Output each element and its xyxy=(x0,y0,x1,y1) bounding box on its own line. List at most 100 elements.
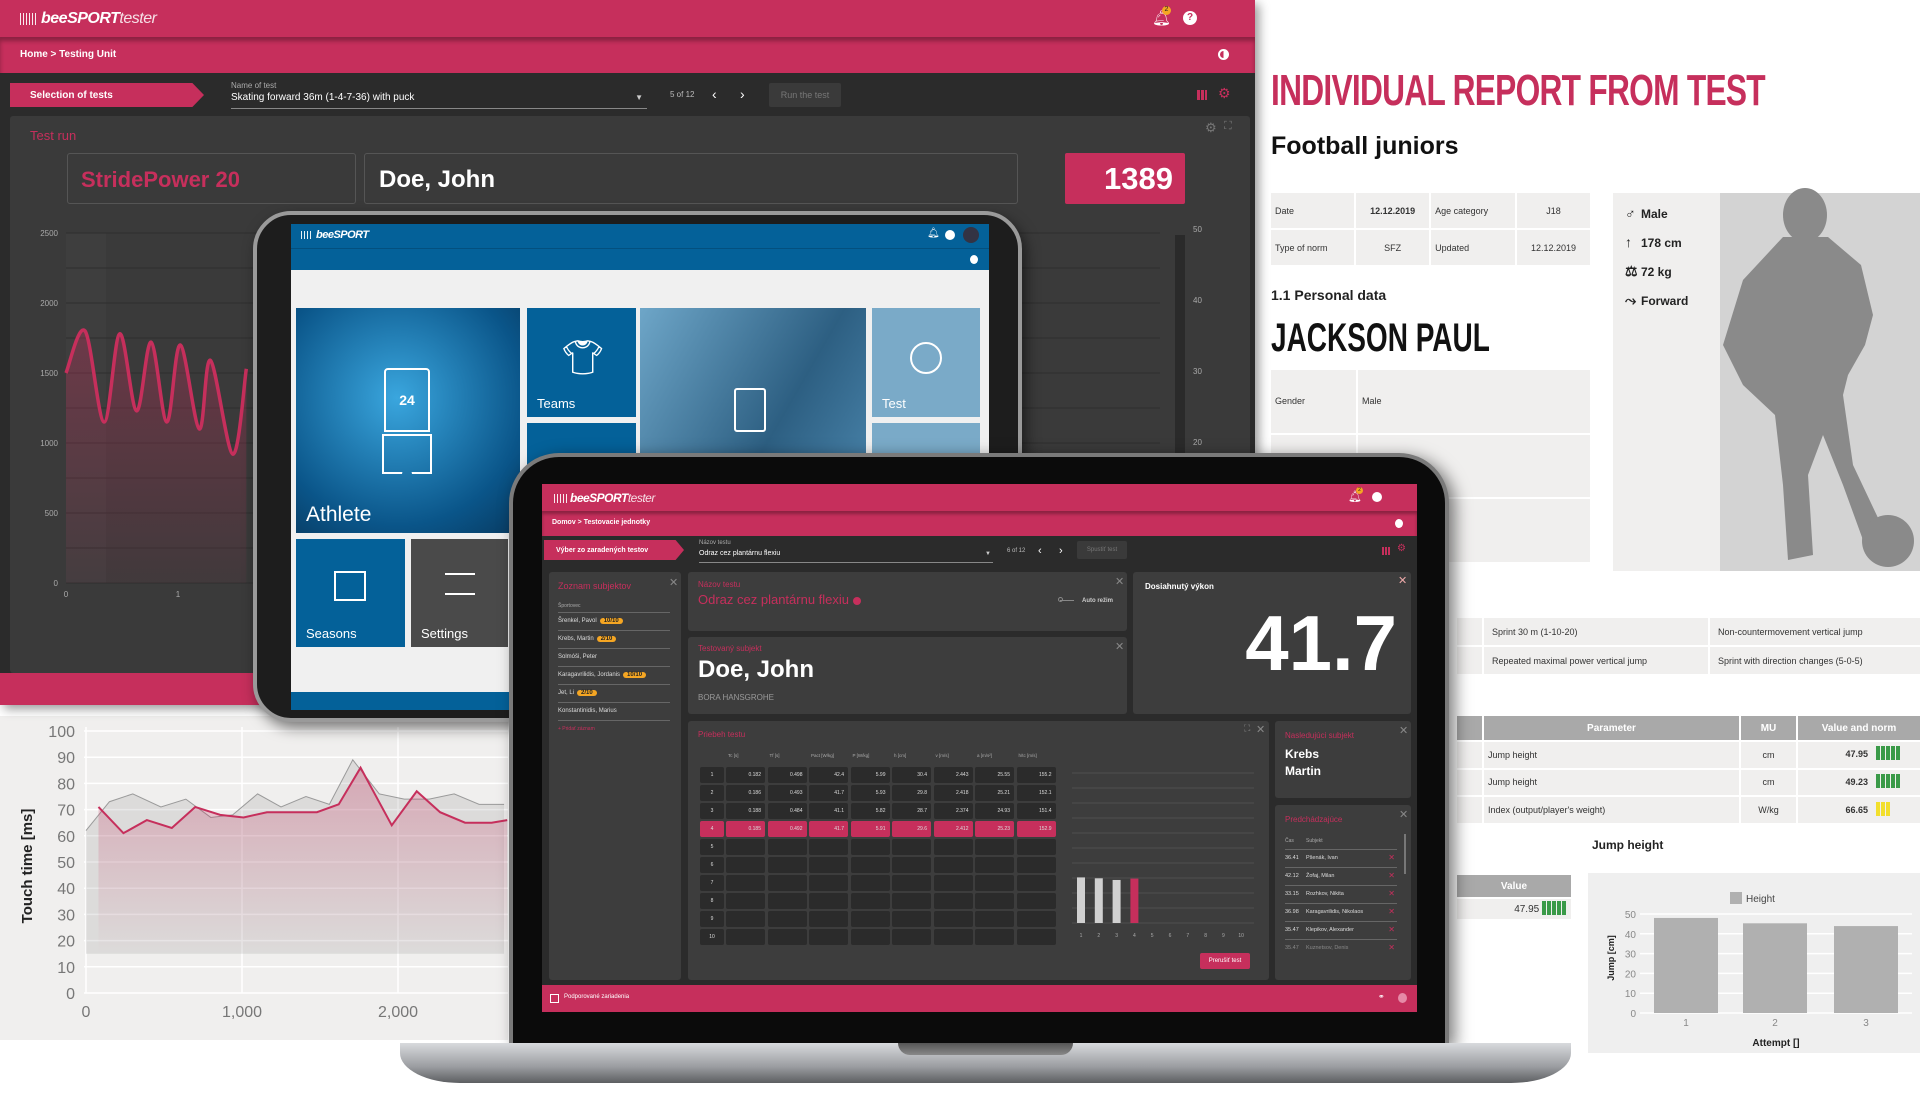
laptop-selection-button[interactable]: Výber zo zaradených testov xyxy=(544,540,684,560)
auto-mode-toggle[interactable]: Auto režim xyxy=(1058,596,1113,604)
tablet-contrast-icon[interactable] xyxy=(970,255,978,264)
subject-list-item[interactable]: Šrenkel, Pavol 10/10 xyxy=(558,612,670,630)
tile-settings[interactable]: Settings xyxy=(411,539,508,647)
remove-icon[interactable]: ✕ xyxy=(1388,904,1395,920)
subject-progress-badge: 10/10 xyxy=(623,672,647,678)
remove-icon[interactable]: ✕ xyxy=(1388,922,1395,938)
previous-scrollbar[interactable] xyxy=(1404,834,1406,874)
report-info-table: Date 12.12.2019 Age category J18 Type of nor… xyxy=(1269,191,1592,267)
y-tick-label: 0 xyxy=(66,986,75,1003)
close-icon[interactable]: ✕ xyxy=(1115,640,1124,653)
panel-settings-icon[interactable]: ⚙ xyxy=(1205,120,1217,136)
subject-list-item[interactable]: Karagavrilidis, Jordanis 10/10 xyxy=(558,666,670,684)
laptop-next-button[interactable]: › xyxy=(1059,545,1063,557)
link-icon[interactable]: ⚭ xyxy=(1378,992,1385,1001)
close-icon[interactable]: ✕ xyxy=(1399,808,1408,821)
profile-text: Male xyxy=(1641,207,1668,221)
laptop-grid-icon[interactable] xyxy=(1382,547,1390,555)
remove-icon[interactable]: ✕ xyxy=(1388,940,1395,956)
grid-icon[interactable] xyxy=(1197,90,1207,100)
progress-row-number: 2 xyxy=(700,785,724,801)
close-icon[interactable]: ✕ xyxy=(1399,724,1408,737)
progress-cell xyxy=(809,929,848,945)
laptop-test-select[interactable]: Odraz cez plantárnu flexiu ▼ xyxy=(699,550,993,563)
test-cell: Repeated maximal power vertical jump xyxy=(1484,647,1709,674)
close-icon[interactable]: ✕ xyxy=(1398,574,1407,587)
y-tick-label: 10 xyxy=(57,960,75,977)
next-test-button[interactable]: › xyxy=(740,86,745,102)
subject-list-item[interactable]: Solmóši, Peter xyxy=(558,648,670,666)
score-box: 1389 xyxy=(1065,153,1185,204)
laptop-breadcrumb[interactable]: Domov > Testovacie jednotky xyxy=(552,519,650,526)
value-cell: 47.95 xyxy=(1457,899,1571,919)
laptop-gear-icon[interactable]: ⚙ xyxy=(1397,543,1406,554)
help-icon[interactable]: ? xyxy=(1183,11,1197,25)
run-test-button[interactable]: Run the test xyxy=(769,83,841,107)
test-name-select[interactable]: Skating forward 36m (1-4-7-36) with puck… xyxy=(231,92,647,109)
tile-label: Settings xyxy=(421,626,468,641)
progress-cell: 0.492 xyxy=(767,821,807,837)
laptop-contrast-icon[interactable] xyxy=(1395,519,1403,528)
laptop-previous-button[interactable]: ‹ xyxy=(1038,545,1042,557)
account-icon[interactable] xyxy=(1398,993,1407,1003)
clipboard-icon xyxy=(734,388,766,432)
close-icon[interactable]: ✕ xyxy=(1115,575,1124,588)
expand-icon[interactable]: ⛶ xyxy=(1224,120,1232,133)
norm-indicator xyxy=(1542,900,1567,918)
progress-cell xyxy=(850,875,890,891)
y-tick-label: 100 xyxy=(48,724,75,741)
side-axis-tick: 20 xyxy=(1193,438,1202,447)
norm-bar xyxy=(1881,801,1885,816)
x-tick-label: 4 xyxy=(1133,933,1136,939)
selection-of-tests-button[interactable]: Selection of tests xyxy=(10,83,204,107)
gear-icon[interactable]: ⚙ xyxy=(1218,85,1231,102)
remove-icon[interactable]: ✕ xyxy=(1388,868,1395,884)
subject-list-item[interactable]: Krebs, Martin 2/10 xyxy=(558,630,670,648)
previous-name: Karagavrilidis, Nikolaos xyxy=(1306,909,1364,915)
laptop-run-button[interactable]: Spustiť test xyxy=(1077,541,1127,559)
test-progress-panel: Priebeh testu ⛶ ✕ 1 2 3 4 5 6 7 8 9 10 Prerušiť t… xyxy=(688,721,1269,980)
close-icon[interactable]: ✕ xyxy=(669,576,678,589)
tile-seasons[interactable]: Seasons xyxy=(296,539,405,647)
progress-cell xyxy=(975,929,1014,945)
norm-bar xyxy=(1886,773,1890,788)
params-row: Jump height cm 47.95 xyxy=(1457,742,1920,768)
subject-list-item[interactable]: Jet, Li 2/10 xyxy=(558,684,670,702)
supported-devices-link[interactable]: Podporované zariadenia xyxy=(564,994,629,1000)
tile-teams[interactable]: 👕︎ Teams xyxy=(527,308,636,417)
close-icon[interactable]: ✕ xyxy=(1256,723,1265,736)
tile-test[interactable]: Test xyxy=(872,308,980,417)
add-record-link[interactable]: + Pridať záznam xyxy=(558,720,670,732)
progress-cell xyxy=(933,929,973,945)
tablet-avatar[interactable] xyxy=(963,227,979,243)
breadcrumb[interactable]: Home > Testing Unit xyxy=(20,49,116,60)
value-text: 47.95 xyxy=(1514,903,1540,915)
contrast-icon[interactable] xyxy=(1218,49,1229,60)
y-tick-label: 40 xyxy=(1625,930,1637,941)
tile-athlete[interactable]: 24 Athlete xyxy=(296,308,520,533)
personal-label: Gender xyxy=(1271,370,1356,433)
previous-row: 35.47 Klepikov, Alexander ✕ xyxy=(1285,921,1397,938)
stop-test-button[interactable]: Prerušiť test xyxy=(1200,953,1250,969)
remove-icon[interactable]: ✕ xyxy=(1388,850,1395,866)
progress-cell xyxy=(975,875,1014,891)
y-tick-label: 30 xyxy=(57,907,75,924)
info-icon[interactable] xyxy=(852,596,861,605)
progress-cell: 29.6 xyxy=(892,821,931,837)
param-name: Index (output/player's weight) xyxy=(1484,797,1739,823)
subject-list-item[interactable]: Konstantinidis, Marius xyxy=(558,702,670,720)
tablet-help-icon[interactable] xyxy=(945,230,955,240)
athlete-name: JACKSON PAUL xyxy=(1271,316,1490,360)
progress-cell: 0.186 xyxy=(726,785,765,801)
subject-progress-badge: 2/10 xyxy=(596,636,617,642)
tablet-header: beeSPORT 🔔︎ xyxy=(291,224,989,248)
previous-test-button[interactable]: ‹ xyxy=(712,86,717,102)
y-tick-label: 20 xyxy=(1625,969,1637,980)
progress-cell xyxy=(975,839,1014,855)
tests-table: Sprint 30 m (1-10-20) Non-countermovement… xyxy=(1455,616,1920,676)
remove-icon[interactable]: ✕ xyxy=(1388,886,1395,902)
progress-label: Priebeh testu xyxy=(698,730,746,739)
tablet-bell-icon[interactable]: 🔔︎ xyxy=(927,228,940,239)
fullscreen-icon[interactable]: ⛶ xyxy=(1244,723,1250,734)
laptop-help-icon[interactable] xyxy=(1372,492,1382,502)
